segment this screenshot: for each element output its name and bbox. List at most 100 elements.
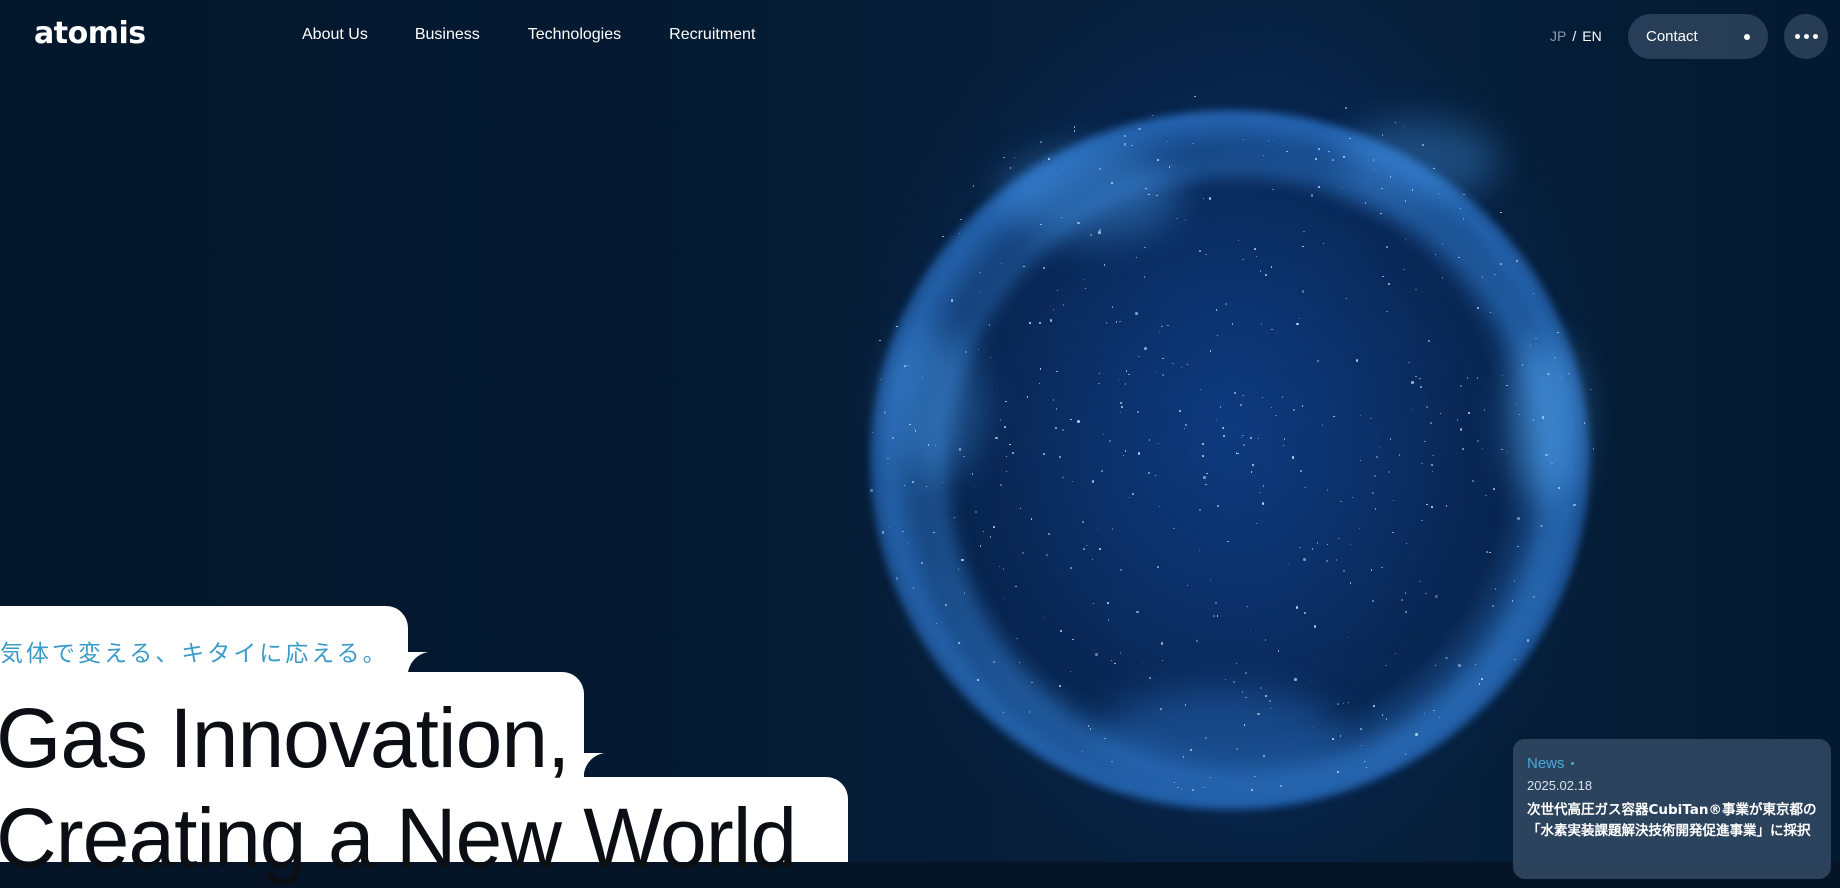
news-card[interactable]: News 2025.02.18 次世代高圧ガス容器CubiTan®事業が東京都の… — [1513, 739, 1831, 879]
news-label: News — [1527, 755, 1565, 772]
particle — [1381, 187, 1383, 190]
particle — [1062, 429, 1064, 431]
nav-recruitment[interactable]: Recruitment — [669, 26, 755, 44]
particle — [958, 642, 960, 644]
nav-technologies[interactable]: Technologies — [528, 26, 621, 44]
particle — [1405, 611, 1407, 613]
particle — [1048, 158, 1050, 160]
particle — [1073, 130, 1076, 132]
particle — [879, 339, 881, 342]
particle — [870, 489, 873, 492]
particle — [1386, 246, 1388, 248]
particle — [989, 536, 992, 538]
particle — [881, 531, 885, 534]
logo[interactable]: atomis — [34, 16, 146, 51]
particle — [1408, 361, 1410, 364]
particle — [1105, 322, 1108, 324]
particle — [1293, 409, 1295, 411]
particle — [1373, 168, 1375, 170]
particle — [1381, 714, 1384, 716]
particle — [1098, 231, 1101, 234]
particle — [933, 531, 935, 534]
nav-business[interactable]: Business — [415, 26, 480, 44]
particle — [1135, 312, 1138, 315]
particle — [1426, 406, 1428, 408]
particle — [1124, 450, 1127, 452]
particle — [977, 679, 979, 681]
particle — [1372, 600, 1374, 602]
particle — [1048, 533, 1050, 535]
particle — [1272, 188, 1274, 191]
particle — [1374, 475, 1376, 477]
particle — [1111, 306, 1114, 308]
particle — [1344, 106, 1348, 109]
particle — [1240, 404, 1242, 406]
particle — [1040, 141, 1042, 143]
particle — [1026, 396, 1029, 398]
nav-about-us[interactable]: About Us — [302, 26, 368, 44]
particle — [1551, 462, 1553, 464]
news-title[interactable]: 次世代高圧ガス容器CubiTan®事業が東京都の「水素実装課題解決技術開発促進事… — [1527, 800, 1817, 842]
particle — [914, 430, 917, 432]
particle — [1310, 194, 1314, 197]
particle — [1209, 776, 1211, 779]
particle — [1234, 392, 1236, 394]
particle — [1059, 456, 1061, 458]
particle — [1151, 114, 1154, 117]
particle — [1437, 193, 1440, 195]
hero-tagline: 気体で変える、キタイに応える。 — [0, 641, 389, 667]
particle — [1428, 340, 1430, 342]
particle — [1136, 610, 1139, 614]
menu-button[interactable] — [1784, 14, 1828, 59]
particle — [1157, 159, 1159, 161]
particle — [1411, 381, 1414, 384]
particle — [1431, 506, 1433, 508]
particle — [1419, 377, 1421, 380]
particle — [912, 481, 914, 483]
particle — [995, 436, 998, 440]
particle — [1433, 167, 1435, 170]
particle — [1003, 156, 1005, 159]
particle — [1192, 789, 1194, 791]
particle — [1121, 406, 1123, 408]
particle — [963, 592, 966, 594]
particle — [1372, 492, 1374, 494]
particle — [1458, 664, 1461, 667]
dot-icon — [1744, 33, 1750, 40]
particle — [1177, 786, 1179, 789]
site-header: atomis About Us Business Technologies Re… — [0, 0, 1840, 75]
hero-headline: Gas Innovation, Creating a New World — [0, 688, 797, 888]
particle — [1107, 602, 1109, 604]
particle — [1332, 738, 1334, 740]
particle — [904, 365, 906, 367]
particle — [1199, 509, 1201, 511]
more-dots-icon — [1794, 34, 1818, 39]
language-switcher: JP / EN — [1550, 28, 1602, 44]
particle — [1012, 452, 1014, 454]
contact-button[interactable]: Contact — [1628, 14, 1768, 59]
particle — [1463, 193, 1465, 196]
particle — [1137, 452, 1141, 455]
particle — [1243, 444, 1245, 446]
particle — [993, 526, 995, 528]
particle — [1043, 267, 1045, 269]
particle — [1494, 273, 1496, 276]
particle — [1554, 356, 1556, 359]
particle — [1083, 548, 1085, 550]
particle — [1492, 605, 1494, 607]
particle — [1445, 656, 1448, 660]
lang-jp[interactable]: JP — [1550, 28, 1566, 44]
particle — [1511, 600, 1514, 602]
particle — [1259, 491, 1261, 494]
particle — [1481, 678, 1483, 680]
particle — [1077, 221, 1080, 225]
particle — [1251, 789, 1253, 791]
particle — [1500, 263, 1502, 265]
particle — [1039, 322, 1041, 324]
particle — [1095, 653, 1098, 656]
particle — [1252, 464, 1254, 466]
dot-icon — [1570, 762, 1574, 765]
particle — [1119, 320, 1121, 323]
lang-en[interactable]: EN — [1582, 28, 1601, 44]
particle — [1119, 652, 1122, 654]
